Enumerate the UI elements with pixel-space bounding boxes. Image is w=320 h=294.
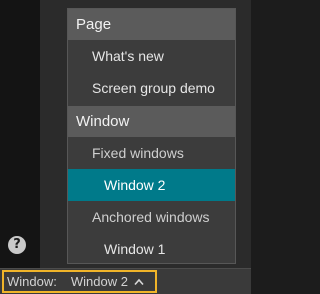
menu-header-page: Page [68, 9, 235, 40]
left-panel [0, 0, 40, 268]
menu-subheader-anchored-windows: Anchored windows [92, 209, 210, 225]
window-selector-label: Window: [7, 274, 57, 289]
status-bar: Window: Window 2 [0, 268, 251, 294]
menu-item-window-1[interactable]: Window 1 [68, 233, 235, 263]
menu-item-window-2[interactable]: Window 2 [68, 169, 235, 201]
menu-subheader-fixed-windows: Fixed windows [92, 145, 184, 161]
window-dropdown-menu: Page What's new Screen group demo Window… [67, 8, 236, 264]
app-window: ? Page What's new Screen group demo Wind… [0, 0, 251, 294]
menu-header-window: Window [68, 106, 235, 137]
chevron-up-icon [134, 278, 144, 285]
menu-item-whats-new[interactable]: What's new [68, 40, 235, 72]
window-selector-value: Window 2 [70, 274, 128, 289]
menu-item-screen-group-demo[interactable]: Screen group demo [68, 72, 235, 104]
window-selector[interactable]: Window: Window 2 [2, 270, 157, 293]
question-icon[interactable]: ? [8, 236, 26, 254]
